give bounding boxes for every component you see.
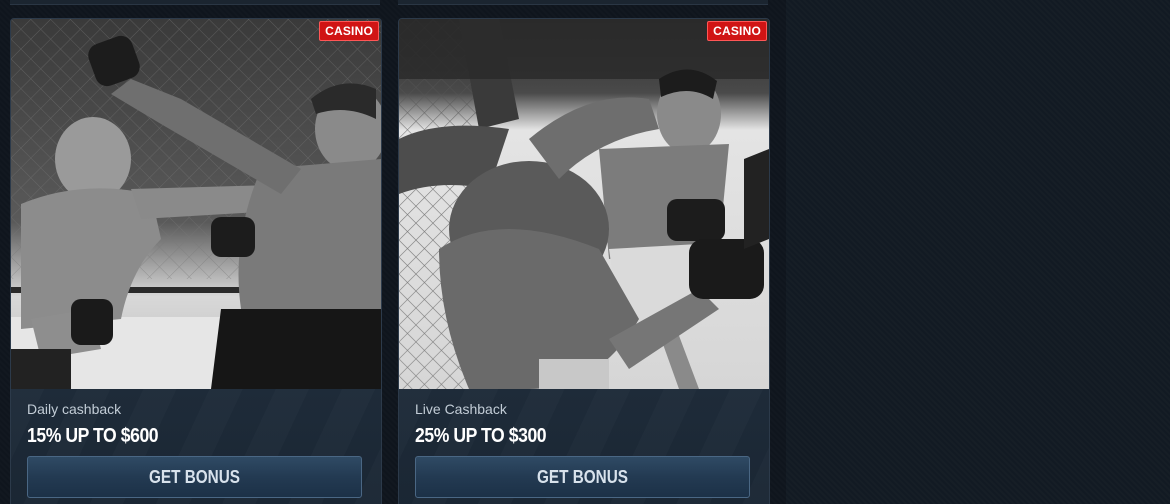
promo-title: 25% UP TO $300 bbox=[415, 425, 547, 447]
promo-card-body: Live Cashback 25% UP TO $300 GET BONUS bbox=[399, 389, 769, 504]
empty-panel bbox=[786, 0, 1170, 504]
promo-card-image: CASINO bbox=[11, 19, 381, 389]
get-bonus-button[interactable]: GET BONUS bbox=[415, 456, 750, 498]
casino-badge: CASINO bbox=[707, 21, 767, 41]
card-top-edge bbox=[10, 0, 380, 5]
promo-title: 15% UP TO $600 bbox=[27, 425, 159, 447]
casino-badge: CASINO bbox=[319, 21, 379, 41]
promo-card-body: Daily cashback 15% UP TO $600 GET BONUS bbox=[11, 389, 381, 504]
promotions-page: CASINO Daily cashback 15% UP TO $600 GET… bbox=[0, 0, 1170, 504]
get-bonus-button[interactable]: GET BONUS bbox=[27, 456, 362, 498]
card-top-edge bbox=[398, 0, 768, 5]
promo-subtitle: Live Cashback bbox=[415, 401, 507, 417]
fighters-photo bbox=[399, 19, 769, 389]
get-bonus-label: GET BONUS bbox=[537, 466, 628, 487]
promo-subtitle: Daily cashback bbox=[27, 401, 122, 417]
get-bonus-label: GET BONUS bbox=[149, 466, 240, 487]
fighters-photo bbox=[11, 19, 381, 389]
promo-card-live-cashback[interactable]: CASINO Live Cashback 25% UP TO $300 GET … bbox=[398, 18, 770, 504]
promo-card-daily-cashback[interactable]: CASINO Daily cashback 15% UP TO $600 GET… bbox=[10, 18, 382, 504]
promo-card-image: CASINO bbox=[399, 19, 769, 389]
